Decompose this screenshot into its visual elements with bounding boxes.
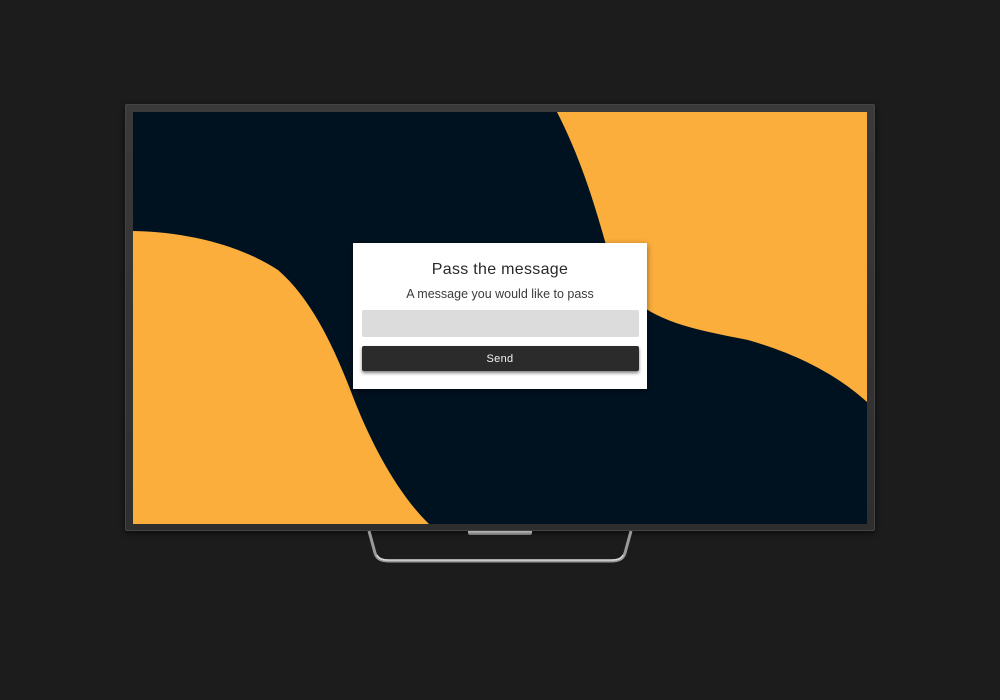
- message-input[interactable]: [361, 310, 639, 337]
- tv-screen: Pass the message A message you would lik…: [133, 112, 867, 524]
- tv-stand-highlight: [376, 554, 624, 561]
- page-background: Pass the message A message you would lik…: [0, 0, 1000, 700]
- dialog-subtitle: A message you would like to pass: [406, 287, 594, 301]
- tv-stand-base: [367, 531, 633, 563]
- tv-stand: [367, 531, 633, 563]
- dialog-title: Pass the message: [431, 261, 569, 278]
- tv-frame: Pass the message A message you would lik…: [125, 104, 875, 535]
- send-button[interactable]: Send: [361, 346, 639, 371]
- message-dialog: Pass the message A message you would lik…: [353, 243, 647, 389]
